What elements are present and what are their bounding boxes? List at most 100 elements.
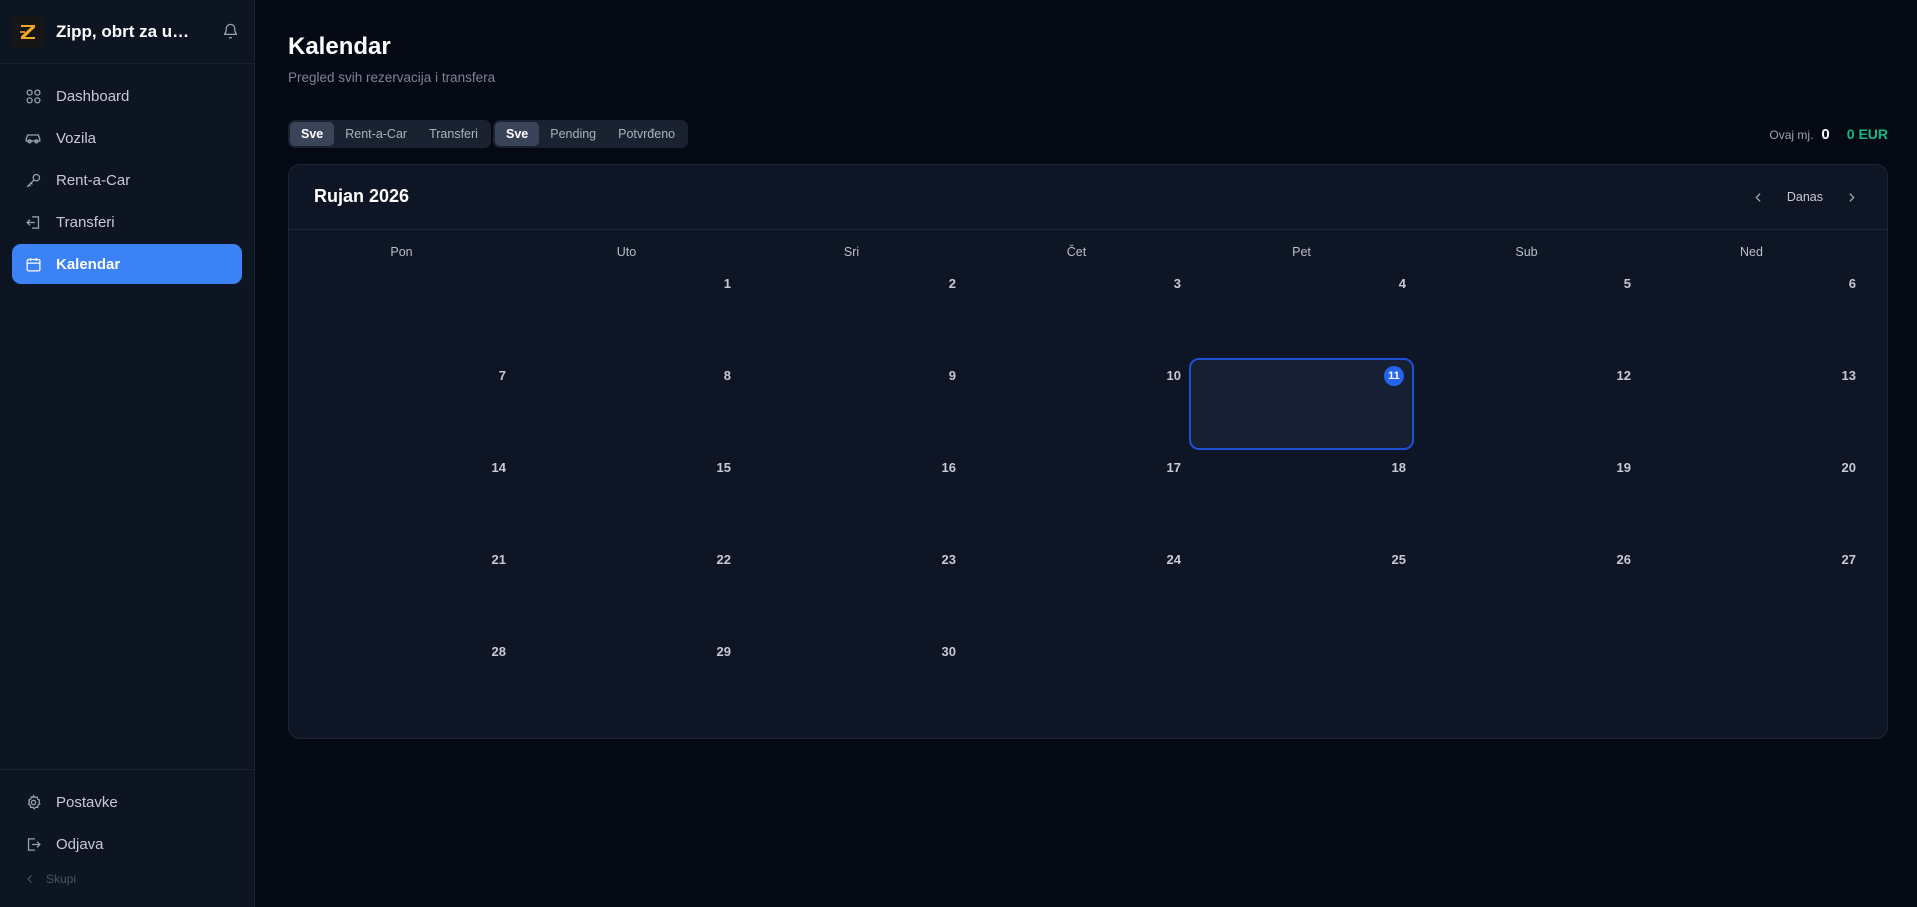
calendar-day[interactable]: 11 (1189, 358, 1414, 450)
grid-icon (24, 87, 42, 105)
sidebar-item-odjava[interactable]: Odjava (12, 824, 242, 864)
calendar-day[interactable]: 1 (514, 266, 739, 358)
sidebar-item-vozila[interactable]: Vozila (12, 118, 242, 158)
door-arrow-icon (24, 213, 42, 231)
sidebar-item-label: Postavke (56, 793, 118, 811)
stats-total: 0 EUR (1846, 126, 1888, 142)
day-number: 20 (1841, 460, 1856, 475)
calendar-day[interactable]: 14 (289, 450, 514, 542)
calendar-day[interactable]: 12 (1414, 358, 1639, 450)
calendar-day[interactable]: 29 (514, 634, 739, 726)
brand-name: Zipp, obrt za usluge (56, 21, 196, 41)
day-number: 27 (1841, 552, 1856, 567)
sidebar-footer: Postavke Odjava Skupi (0, 769, 254, 907)
chevron-right-icon (1848, 192, 1855, 202)
sidebar-item-rent-a-car[interactable]: Rent-a-Car (12, 160, 242, 200)
calendar-day[interactable]: 30 (739, 634, 964, 726)
sidebar-item-label: Transferi (56, 213, 115, 231)
calendar-day[interactable]: 7 (289, 358, 514, 450)
day-number: 23 (941, 552, 956, 567)
calendar-day[interactable]: 22 (514, 542, 739, 634)
calendar-day[interactable]: 5 (1414, 266, 1639, 358)
day-number: 11 (1384, 366, 1404, 386)
sidebar-item-postavke[interactable]: Postavke (12, 782, 242, 822)
calendar-day[interactable]: 25 (1189, 542, 1414, 634)
calendar-week: 28 29 30 (289, 634, 1889, 726)
sidebar: Zipp, obrt za usluge Dashboard (0, 0, 255, 907)
day-number: 22 (716, 552, 731, 567)
calendar-empty-cell (964, 634, 1189, 726)
prev-month-button[interactable] (1745, 183, 1773, 211)
chevron-left-icon (24, 873, 36, 885)
calendar-day[interactable]: 8 (514, 358, 739, 450)
main-nav: Dashboard Vozila Rent-a-Car Transferi Ka… (0, 64, 254, 284)
calendar-day[interactable]: 2 (739, 266, 964, 358)
calendar: Rujan 2026 Danas Pon Uto Sri Čet Pet Sub… (288, 164, 1888, 739)
day-number: 1 (723, 276, 731, 291)
calendar-day[interactable]: 28 (289, 634, 514, 726)
day-number: 2 (948, 276, 956, 291)
day-number: 4 (1398, 276, 1406, 291)
calendar-week: 1 2 3 4 5 6 (289, 266, 1889, 358)
chevron-left-icon (1755, 192, 1761, 202)
weekday-label: Sub (1515, 245, 1538, 259)
filter-type-transferi[interactable]: Transferi (418, 122, 489, 146)
calendar-empty-cell (1414, 634, 1639, 726)
day-number: 16 (941, 460, 956, 475)
filter-status-pending[interactable]: Pending (539, 122, 607, 146)
calendar-week: 21 22 23 24 25 26 27 (289, 542, 1889, 634)
calendar-day[interactable]: 26 (1414, 542, 1639, 634)
sidebar-item-label: Vozila (56, 129, 97, 147)
car-icon (24, 129, 42, 147)
filter-type-sve[interactable]: Sve (290, 122, 335, 146)
calendar-day[interactable]: 9 (739, 358, 964, 450)
day-number: 14 (491, 460, 506, 475)
today-button[interactable]: Danas (1773, 190, 1837, 204)
filter-type-rent-a-car[interactable]: Rent-a-Car (334, 122, 418, 146)
calendar-grid: 1 2 3 4 5 6 7 8 9 10 11 12 13 14 15 16 17 18 19 20 21 22 23 24 2… (289, 266, 1889, 726)
day-number: 29 (716, 644, 731, 659)
month-stats: Ovaj mj. 0 0 EUR (1769, 126, 1888, 143)
calendar-day[interactable]: 27 (1639, 542, 1864, 634)
weekday-label: Pon (390, 245, 413, 259)
sidebar-item-transferi[interactable]: Transferi (12, 202, 242, 242)
day-number: 3 (1173, 276, 1181, 291)
status-filter: Sve Pending Potvrđeno (493, 120, 689, 148)
calendar-day[interactable]: 24 (964, 542, 1189, 634)
calendar-day[interactable]: 16 (739, 450, 964, 542)
gear-icon (24, 793, 42, 811)
calendar-empty-cell (1639, 634, 1864, 726)
weekday-label: Čet (1066, 245, 1087, 259)
weekday-label: Pet (1292, 245, 1311, 259)
filter-status-potvrdeno[interactable]: Potvrđeno (607, 122, 686, 146)
weekday-label: Ned (1740, 245, 1763, 259)
brand-logo[interactable] (12, 15, 44, 48)
calendar-day[interactable]: 20 (1639, 450, 1864, 542)
notifications-button[interactable] (218, 20, 242, 44)
sidebar-item-dashboard[interactable]: Dashboard (12, 76, 242, 116)
next-month-button[interactable] (1837, 183, 1865, 211)
collapse-sidebar-button[interactable]: Skupi (24, 872, 254, 886)
day-number: 19 (1616, 460, 1631, 475)
bell-icon (223, 23, 237, 39)
calendar-day[interactable]: 13 (1639, 358, 1864, 450)
calendar-day[interactable]: 17 (964, 450, 1189, 542)
filter-status-sve[interactable]: Sve (495, 122, 540, 146)
calendar-day[interactable]: 21 (289, 542, 514, 634)
calendar-day[interactable]: 23 (739, 542, 964, 634)
calendar-day[interactable]: 15 (514, 450, 739, 542)
day-number: 28 (491, 644, 506, 659)
day-number: 10 (1166, 368, 1181, 383)
calendar-day[interactable]: 6 (1639, 266, 1864, 358)
calendar-day[interactable]: 4 (1189, 266, 1414, 358)
day-number: 5 (1623, 276, 1631, 291)
sidebar-item-kalendar[interactable]: Kalendar (12, 244, 242, 284)
calendar-day[interactable]: 3 (964, 266, 1189, 358)
day-number: 9 (948, 368, 956, 383)
day-number: 30 (941, 644, 956, 659)
calendar-empty-cell (289, 266, 514, 358)
calendar-day[interactable]: 10 (964, 358, 1189, 450)
calendar-day[interactable]: 19 (1414, 450, 1639, 542)
weekday-header: Pon Uto Sri Čet Pet Sub Ned (289, 245, 1887, 259)
calendar-day[interactable]: 18 (1189, 450, 1414, 542)
